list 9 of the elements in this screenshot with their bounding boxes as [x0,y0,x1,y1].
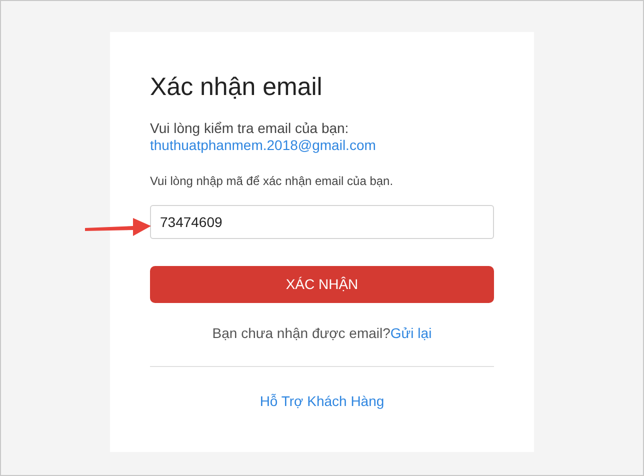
confirm-button[interactable]: XÁC NHẬN [150,266,494,303]
support-link[interactable]: Hỗ Trợ Khách Hàng [260,393,384,410]
resend-prompt: Bạn chưa nhận được email? [212,325,390,342]
instruction-text: Vui lòng kiểm tra email của bạn: [150,120,350,137]
code-field[interactable]: 73474609 [150,205,494,239]
code-instruction: Vui lòng nhập mã để xác nhận email của bạn. [150,174,394,189]
email-address: thuthuatphanmem.2018@gmail.com [150,137,376,154]
resend-link[interactable]: Gửi lại [390,325,432,342]
page-title: Xác nhận email [150,72,324,102]
